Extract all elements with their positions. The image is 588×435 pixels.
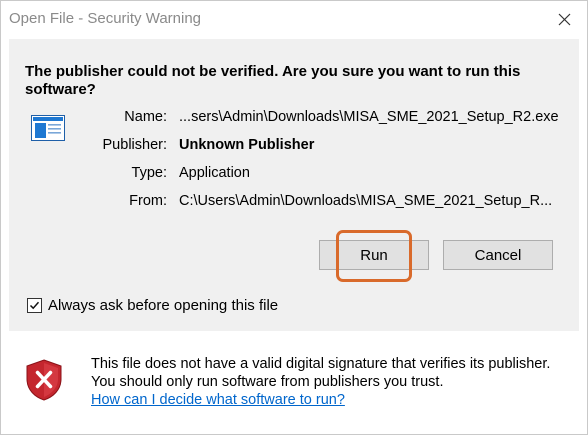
- type-label: Type:: [131, 165, 167, 181]
- dialog-title: Open File - Security Warning: [9, 10, 202, 27]
- warning-panel: This file does not have a valid digital …: [1, 331, 587, 434]
- always-ask-row: Always ask before opening this file: [27, 297, 278, 314]
- checkmark-icon: [29, 301, 40, 310]
- from-value: C:\Users\Admin\Downloads\MISA_SME_2021_S…: [179, 193, 553, 209]
- publisher-label: Publisher:: [102, 137, 167, 153]
- decide-software-help-link[interactable]: How can I decide what software to run?: [91, 392, 345, 408]
- title-bar: Open File - Security Warning: [1, 1, 587, 37]
- name-value: ...sers\Admin\Downloads\MISA_SME_2021_Se…: [179, 109, 559, 125]
- type-value: Application: [179, 165, 250, 181]
- close-icon: [558, 13, 570, 25]
- main-panel: The publisher could not be verified. Are…: [9, 39, 579, 331]
- signature-warning-text: This file does not have a valid digital …: [91, 356, 551, 390]
- shield-x-icon: [26, 359, 62, 401]
- name-label: Name:: [124, 109, 167, 125]
- run-button[interactable]: Run: [319, 240, 429, 270]
- from-label: From:: [129, 193, 167, 209]
- warning-question: The publisher could not be verified. Are…: [25, 63, 521, 98]
- always-ask-label: Always ask before opening this file: [48, 297, 279, 314]
- cancel-button[interactable]: Cancel: [443, 240, 553, 270]
- always-ask-checkbox[interactable]: [27, 298, 42, 313]
- publisher-value: Unknown Publisher: [179, 137, 315, 153]
- close-button[interactable]: [551, 7, 577, 31]
- security-warning-dialog: Open File - Security Warning The publish…: [0, 0, 588, 435]
